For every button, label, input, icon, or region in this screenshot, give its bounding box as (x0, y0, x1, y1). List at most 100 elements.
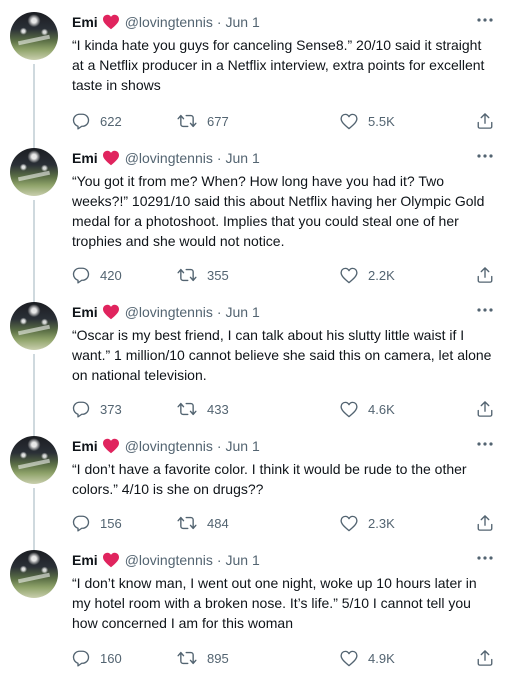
retweet-button[interactable]: 433 (177, 400, 229, 418)
retweet-button[interactable]: 355 (177, 266, 229, 284)
avatar[interactable] (10, 302, 58, 350)
avatar[interactable] (10, 148, 58, 196)
avatar[interactable] (10, 550, 58, 598)
like-icon (340, 113, 358, 130)
tweet-actions: 156 484 2.3K (72, 513, 494, 533)
avatar[interactable] (10, 12, 58, 60)
reply-icon (72, 266, 90, 284)
tweet-date[interactable]: Jun 1 (226, 150, 260, 166)
like-count: 4.9K (368, 650, 395, 666)
like-button[interactable]: 2.2K (340, 267, 395, 284)
thread-connector (33, 488, 35, 550)
tweet-header: Emi @lovingtennis · Jun 1 (72, 12, 498, 32)
like-button[interactable]: 4.9K (340, 650, 395, 667)
like-icon (340, 515, 358, 532)
user-handle[interactable]: @lovingtennis (125, 14, 213, 30)
share-button[interactable] (476, 400, 494, 418)
tweet-text: “I don’t know man, I went out one night,… (72, 575, 477, 631)
display-name[interactable]: Emi (72, 150, 98, 166)
like-count: 4.6K (368, 401, 395, 417)
tweet-thread: Emi @lovingtennis · Jun 1 “I kinda hate … (0, 0, 512, 678)
like-icon (340, 401, 358, 418)
share-button[interactable] (476, 649, 494, 667)
tweet-body: Emi @lovingtennis · Jun 1 “I don’t know … (72, 550, 498, 667)
separator-dot: · (216, 552, 222, 568)
tweet-body: Emi @lovingtennis · Jun 1 “You got it fr… (72, 146, 498, 284)
reply-icon (72, 514, 90, 532)
tweet-text: “You got it from me? When? How long have… (72, 173, 485, 249)
tweet-text: “Oscar is my best friend, I can talk abo… (72, 327, 492, 383)
retweet-icon (177, 400, 197, 418)
retweet-button[interactable]: 484 (177, 514, 229, 532)
separator-dot: · (216, 14, 222, 30)
like-button[interactable]: 4.6K (340, 401, 395, 418)
reply-icon (72, 400, 90, 418)
tweet-text: “I kinda hate you guys for canceling Sen… (72, 37, 485, 93)
red-heart-icon (102, 552, 120, 568)
avatar[interactable] (10, 436, 58, 484)
tweet-date[interactable]: Jun 1 (226, 14, 260, 30)
like-button[interactable]: 2.3K (340, 515, 395, 532)
retweet-button[interactable]: 895 (177, 649, 229, 667)
tweet-header: Emi @lovingtennis · Jun 1 (72, 436, 498, 456)
more-options-icon[interactable] (472, 300, 498, 320)
display-name[interactable]: Emi (72, 552, 98, 568)
display-name[interactable]: Emi (72, 438, 98, 454)
tweet-date[interactable]: Jun 1 (226, 304, 260, 320)
thread-connector (33, 64, 35, 148)
tweet-header: Emi @lovingtennis · Jun 1 (72, 302, 498, 322)
tweet-text: “I don’t have a favorite color. I think … (72, 461, 467, 497)
tweet-date[interactable]: Jun 1 (226, 552, 260, 568)
reply-count: 420 (100, 267, 122, 283)
user-handle[interactable]: @lovingtennis (125, 150, 213, 166)
more-options-icon[interactable] (472, 10, 498, 30)
tweet-actions: 373 433 4.6K (72, 399, 494, 419)
reply-icon (72, 649, 90, 667)
tweet-body: Emi @lovingtennis · Jun 1 “I don’t have … (72, 436, 498, 532)
reply-count: 160 (100, 650, 122, 666)
retweet-count: 355 (207, 267, 229, 283)
user-handle[interactable]: @lovingtennis (125, 304, 213, 320)
tweet-date[interactable]: Jun 1 (226, 438, 260, 454)
display-name[interactable]: Emi (72, 14, 98, 30)
reply-count: 373 (100, 401, 122, 417)
share-icon (476, 266, 494, 284)
retweet-icon (177, 266, 197, 284)
reply-button[interactable]: 622 (72, 112, 122, 130)
user-handle[interactable]: @lovingtennis (125, 552, 213, 568)
retweet-button[interactable]: 677 (177, 112, 229, 130)
share-button[interactable] (476, 112, 494, 130)
share-icon (476, 112, 494, 130)
reply-button[interactable]: 160 (72, 649, 122, 667)
thread-connector (33, 354, 35, 436)
like-count: 2.2K (368, 267, 395, 283)
more-options-icon[interactable] (472, 146, 498, 166)
user-handle[interactable]: @lovingtennis (125, 438, 213, 454)
reply-button[interactable]: 156 (72, 514, 122, 532)
separator-dot: · (216, 438, 222, 454)
reply-button[interactable]: 420 (72, 266, 122, 284)
more-options-icon[interactable] (472, 548, 498, 568)
display-name[interactable]: Emi (72, 304, 98, 320)
reply-count: 622 (100, 113, 122, 129)
reply-button[interactable]: 373 (72, 400, 122, 418)
tweet-header: Emi @lovingtennis · Jun 1 (72, 550, 498, 570)
red-heart-icon (102, 14, 120, 30)
retweet-count: 433 (207, 401, 229, 417)
like-count: 5.5K (368, 113, 395, 129)
tweet-body: Emi @lovingtennis · Jun 1 “I kinda hate … (72, 12, 498, 130)
retweet-count: 895 (207, 650, 229, 666)
thread-connector (33, 200, 35, 302)
tweet-actions: 420 355 2.2K (72, 265, 494, 285)
red-heart-icon (102, 304, 120, 320)
retweet-count: 677 (207, 113, 229, 129)
share-button[interactable] (476, 514, 494, 532)
share-icon (476, 400, 494, 418)
more-options-icon[interactable] (472, 434, 498, 454)
like-button[interactable]: 5.5K (340, 113, 395, 130)
like-count: 2.3K (368, 515, 395, 531)
reply-count: 156 (100, 515, 122, 531)
share-button[interactable] (476, 266, 494, 284)
reply-icon (72, 112, 90, 130)
red-heart-icon (102, 150, 120, 166)
